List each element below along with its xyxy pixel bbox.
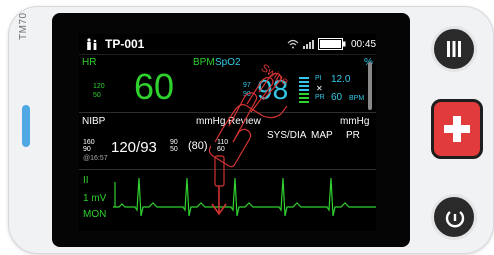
power-icon xyxy=(445,211,465,228)
nibp-map-alarm-upper: 90 xyxy=(170,139,178,146)
device-model-label: TM70 xyxy=(18,12,29,40)
status-bar: TP-001 00:45 xyxy=(79,34,376,55)
nibp-alarm-upper: 160 xyxy=(83,139,95,146)
hr-alarm-lower: 50 xyxy=(93,92,101,99)
nibp-alarm-lower: 90 xyxy=(83,146,91,153)
patient-id[interactable]: TP-001 xyxy=(105,37,144,51)
hr-alarm-upper: 120 xyxy=(93,83,105,90)
side-key[interactable] xyxy=(22,105,30,147)
spo2-pleth-bar xyxy=(299,77,309,103)
review-map-label: MAP xyxy=(311,130,333,141)
pr-unit: BPM xyxy=(349,95,365,102)
adult-patient-icon xyxy=(87,38,97,50)
review-unit: mmHg xyxy=(340,116,370,127)
nibp-measure-time: @16:57 xyxy=(83,155,108,162)
plus-icon xyxy=(444,116,470,142)
signal-icon xyxy=(303,40,314,49)
menu-button[interactable] xyxy=(431,26,477,72)
ecg-scale-label: 1 mV xyxy=(83,193,107,204)
nibp-label[interactable]: NIBP xyxy=(82,116,105,127)
ecg-filter-mode: MON xyxy=(83,209,107,220)
pi-label: PI xyxy=(315,75,322,82)
monitor-screen: TP-001 00:45 HR BPM 120 50 60 SpO2 % 97 … xyxy=(79,34,376,231)
menu-icon xyxy=(447,41,461,57)
nibp-value[interactable]: 120/93 xyxy=(111,139,157,156)
alarm-button[interactable] xyxy=(431,99,483,159)
hr-label[interactable]: HR xyxy=(82,57,96,68)
hr-value[interactable]: 60 xyxy=(134,66,174,108)
scrollbar[interactable] xyxy=(368,62,372,110)
pi-alarm-off-icon: ✕ xyxy=(316,84,323,93)
nibp-map-alarm-lower: 50 xyxy=(170,146,178,153)
battery-icon xyxy=(318,38,346,50)
pr-value: 60 xyxy=(331,92,343,103)
ecg-lead-label[interactable]: II xyxy=(83,175,89,186)
home-button[interactable] xyxy=(431,194,477,240)
pr-label: PR xyxy=(315,94,325,101)
clock: 00:45 xyxy=(351,39,376,50)
review-pr-label: PR xyxy=(346,130,360,141)
pi-value: 12.0 xyxy=(331,74,351,85)
wireless-icon xyxy=(287,39,299,49)
